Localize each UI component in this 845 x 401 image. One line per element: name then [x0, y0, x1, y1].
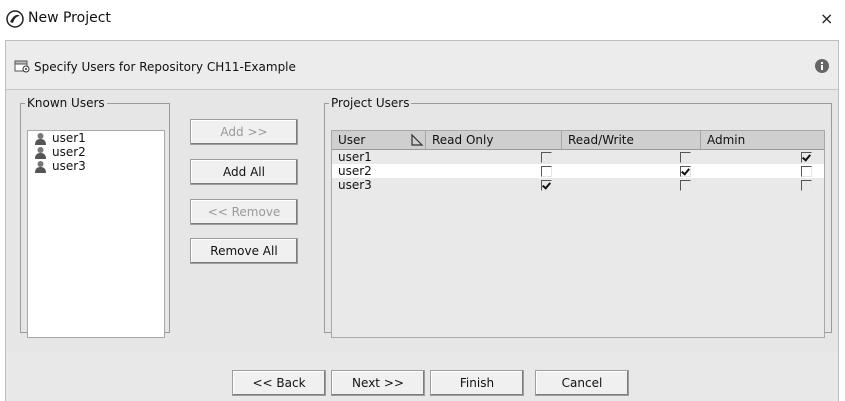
known-users-group: Known Users user1 user2 user3	[20, 96, 170, 338]
admin-cell[interactable]	[701, 164, 822, 178]
project-users-group: Project Users User Read Only Read/Write …	[324, 96, 832, 338]
column-header-admin-label: Admin	[707, 133, 746, 147]
read-write-cell[interactable]	[562, 164, 701, 178]
info-icon[interactable]	[814, 58, 830, 74]
list-item[interactable]: user1	[28, 131, 164, 145]
column-header-read-only[interactable]: Read Only	[426, 131, 562, 149]
project-users-table: User Read Only Read/Write Admin user1 us…	[331, 130, 825, 338]
column-header-user[interactable]: User	[332, 131, 426, 149]
admin-checkbox[interactable]	[801, 179, 812, 191]
admin-cell[interactable]	[701, 178, 822, 192]
remove-all-button[interactable]: Remove All	[190, 238, 298, 264]
window-title: New Project	[28, 10, 111, 26]
user-icon	[35, 146, 46, 159]
project-users-legend: Project Users	[329, 96, 412, 110]
finish-button[interactable]: Finish	[430, 370, 524, 396]
read-only-checkbox[interactable]	[541, 179, 552, 191]
admin-checkbox[interactable]	[801, 151, 812, 163]
column-header-user-label: User	[338, 133, 366, 147]
table-row[interactable]: user2	[332, 164, 824, 178]
known-users-legend: Known Users	[25, 96, 107, 110]
title-bar: New Project ×	[0, 0, 845, 40]
known-user-label: user3	[52, 159, 86, 173]
add-button[interactable]: Add >>	[190, 119, 298, 145]
app-logo-icon	[6, 10, 24, 28]
table-row[interactable]: user1	[332, 150, 824, 164]
admin-checkbox[interactable]	[801, 165, 812, 177]
known-user-label: user2	[52, 145, 86, 159]
close-icon[interactable]: ×	[820, 9, 833, 28]
table-row[interactable]: user3	[332, 178, 824, 192]
known-user-label: user1	[52, 131, 86, 145]
wizard-footer: << Back Next >> Finish Cancel	[6, 352, 838, 401]
read-only-checkbox[interactable]	[541, 165, 552, 177]
column-header-read-only-label: Read Only	[432, 133, 494, 147]
cancel-button[interactable]: Cancel	[535, 370, 629, 396]
table-header: User Read Only Read/Write Admin	[332, 131, 824, 150]
wizard-panel: Specify Users for Repository CH11-Exampl…	[5, 40, 839, 401]
user-icon	[35, 160, 46, 173]
back-button[interactable]: << Back	[232, 370, 326, 396]
read-only-cell[interactable]	[426, 164, 562, 178]
next-button[interactable]: Next >>	[331, 370, 425, 396]
known-users-list[interactable]: user1 user2 user3	[27, 130, 165, 338]
read-write-checkbox[interactable]	[680, 179, 691, 191]
wizard-header: Specify Users for Repository CH11-Exampl…	[6, 41, 838, 90]
admin-cell[interactable]	[701, 150, 822, 164]
user-cell: user1	[338, 150, 372, 164]
read-write-cell[interactable]	[562, 178, 701, 192]
read-write-checkbox[interactable]	[680, 165, 691, 177]
column-header-read-write-label: Read/Write	[568, 133, 634, 147]
repository-icon	[14, 60, 30, 73]
list-item[interactable]: user3	[28, 159, 164, 173]
read-only-cell[interactable]	[426, 150, 562, 164]
wizard-step-title: Specify Users for Repository CH11-Exampl…	[34, 60, 296, 74]
read-write-checkbox[interactable]	[680, 151, 691, 163]
add-all-button[interactable]: Add All	[190, 159, 298, 185]
user-icon	[35, 132, 46, 145]
user-cell: user2	[338, 164, 372, 178]
user-cell: user3	[338, 178, 372, 192]
sort-icon[interactable]	[410, 133, 424, 147]
column-header-read-write[interactable]: Read/Write	[562, 131, 701, 149]
list-item[interactable]: user2	[28, 145, 164, 159]
column-header-admin[interactable]: Admin	[701, 131, 822, 149]
remove-button[interactable]: << Remove	[190, 199, 298, 225]
read-only-checkbox[interactable]	[541, 151, 552, 163]
read-write-cell[interactable]	[562, 150, 701, 164]
read-only-cell[interactable]	[426, 178, 562, 192]
